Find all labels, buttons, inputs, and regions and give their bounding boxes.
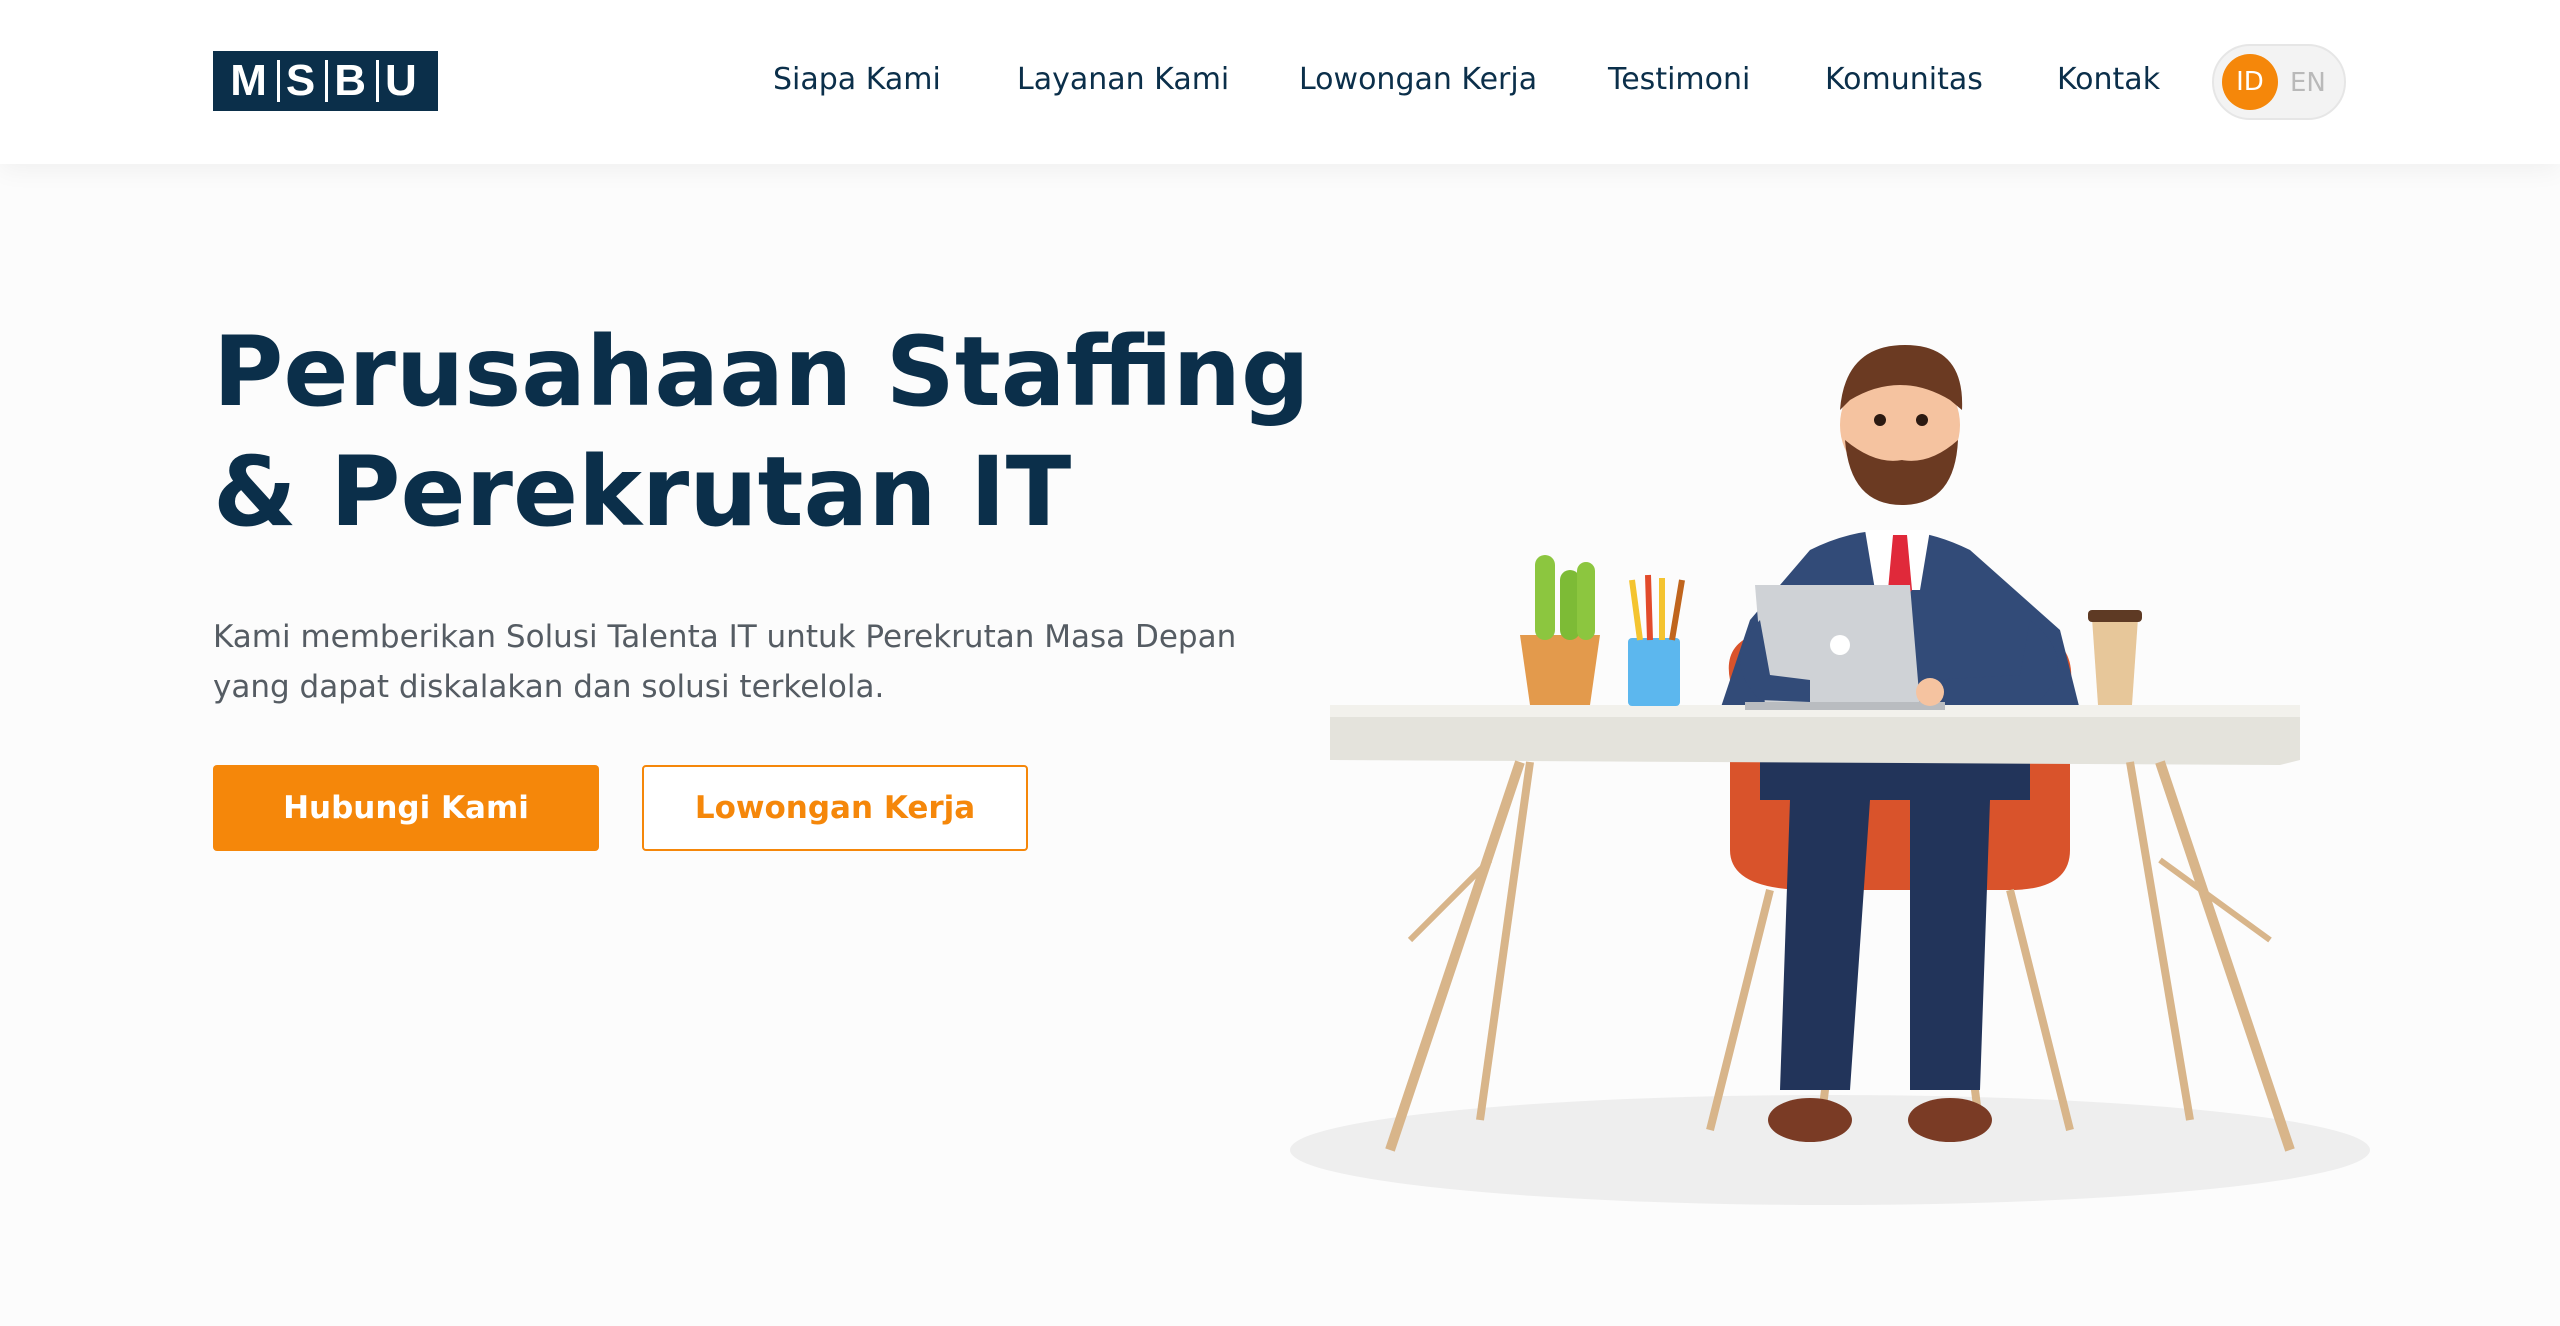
pencil xyxy=(1629,579,1643,641)
hero-title-line: Perusahaan Staffing xyxy=(213,316,1310,428)
laptop-logo xyxy=(1830,635,1850,655)
hero-title-line: & Perekrutan IT xyxy=(213,436,1072,548)
illustration-svg xyxy=(1290,345,2370,1205)
nav-komunitas[interactable]: Komunitas xyxy=(1825,62,1983,97)
nav-lowongan-kerja[interactable]: Lowongan Kerja xyxy=(1299,62,1537,97)
coffee-lid xyxy=(2088,610,2142,622)
pencil-cup xyxy=(1628,638,1680,706)
nav-testimoni[interactable]: Testimoni xyxy=(1608,62,1750,97)
laptop-base xyxy=(1745,702,1945,710)
eye xyxy=(1916,414,1928,426)
hero-description-line: yang dapat diskalakan dan solusi terkelo… xyxy=(213,669,885,705)
language-toggle[interactable]: ID EN xyxy=(2212,44,2346,120)
hero-description-line: Kami memberikan Solusi Talenta IT untuk … xyxy=(213,619,1237,655)
lang-id-option[interactable]: ID xyxy=(2222,54,2278,110)
shoe xyxy=(1768,1098,1852,1142)
pencil xyxy=(1645,574,1653,641)
main-nav: Siapa Kami Layanan Kami Lowongan Kerja T… xyxy=(0,0,2560,164)
nav-kontak[interactable]: Kontak xyxy=(2057,62,2160,97)
eye xyxy=(1874,414,1886,426)
nav-layanan-kami[interactable]: Layanan Kami xyxy=(1017,62,1229,97)
desk-leg xyxy=(2155,760,2295,1152)
plant-pot xyxy=(1520,635,1600,705)
pencil xyxy=(1669,579,1685,641)
cactus xyxy=(1535,555,1555,640)
desk-top xyxy=(1330,710,2300,765)
chair-leg xyxy=(2006,889,2074,1131)
hero-title: Perusahaan Staffing & Perekrutan IT xyxy=(213,312,1313,552)
lang-en-option[interactable]: EN xyxy=(2290,68,2326,98)
hand xyxy=(1916,678,1944,706)
hubungi-kami-button[interactable]: Hubungi Kami xyxy=(213,765,599,851)
coffee-cup xyxy=(2092,618,2138,705)
lowongan-kerja-button[interactable]: Lowongan Kerja xyxy=(642,765,1028,851)
hero-description: Kami memberikan Solusi Talenta IT untuk … xyxy=(213,612,1293,712)
businessman-at-desk-illustration xyxy=(1290,330,2390,1230)
site-header: M S B U Siapa Kami Layanan Kami Lowongan… xyxy=(0,0,2560,164)
chair-leg xyxy=(1706,889,1774,1131)
shoe xyxy=(1908,1098,1992,1142)
cactus xyxy=(1577,562,1595,640)
nav-siapa-kami[interactable]: Siapa Kami xyxy=(773,62,941,97)
